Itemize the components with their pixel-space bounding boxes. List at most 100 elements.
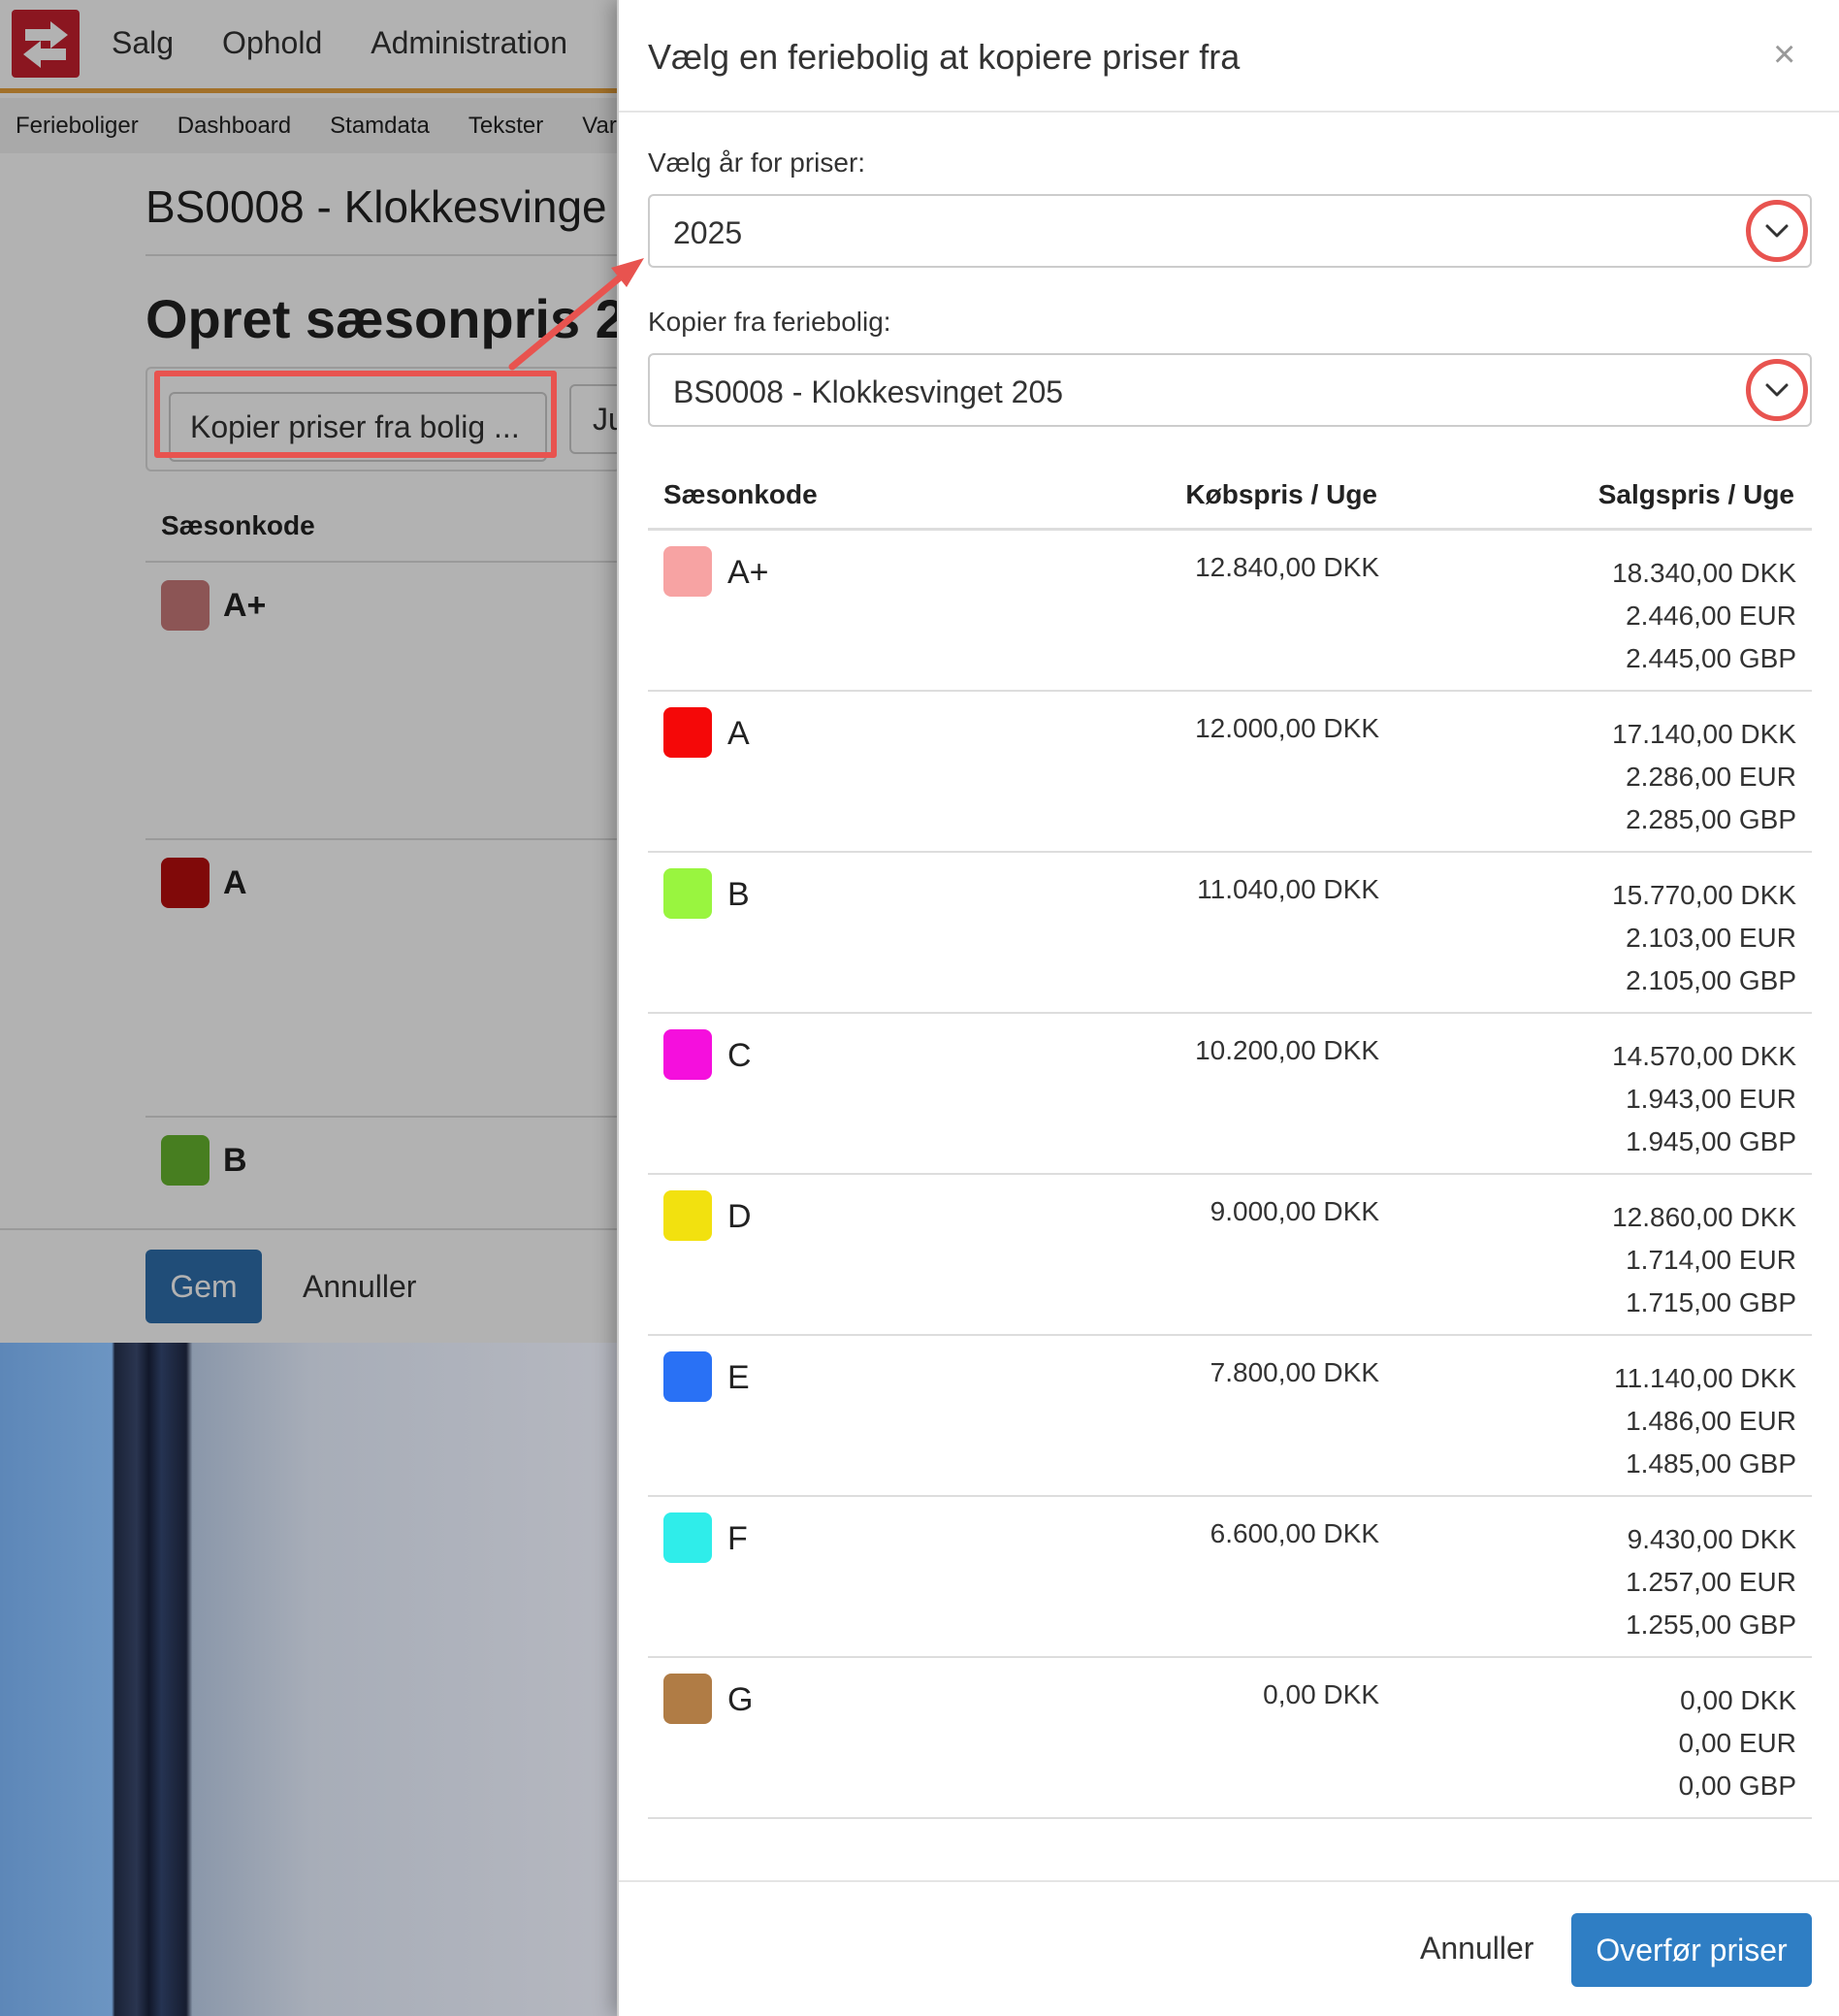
main-menu: Salg Ophold Administration bbox=[112, 25, 567, 61]
buy-price: 9.000,00 DKK bbox=[1210, 1196, 1379, 1226]
buy-price: 12.000,00 DKK bbox=[1195, 713, 1379, 743]
table-row: F 6.600,00 DKK 9.430,00 DKK 1.257,00 EUR… bbox=[648, 1497, 1812, 1658]
sell-price-gbp: 1.255,00 GBP bbox=[1626, 1610, 1796, 1640]
sell-prices: 14.570,00 DKK 1.943,00 EUR 1.945,00 GBP bbox=[1612, 1035, 1796, 1163]
sell-price-dkk: 17.140,00 DKK bbox=[1612, 719, 1796, 749]
sell-price-gbp: 2.105,00 GBP bbox=[1626, 965, 1796, 995]
season-code: A bbox=[727, 715, 750, 752]
sell-price-dkk: 0,00 DKK bbox=[1680, 1685, 1796, 1715]
close-icon[interactable]: × bbox=[1773, 33, 1795, 77]
season-code: A bbox=[223, 863, 247, 901]
cancel-link[interactable]: Annuller bbox=[303, 1269, 416, 1305]
sell-prices: 17.140,00 DKK 2.286,00 EUR 2.285,00 GBP bbox=[1612, 713, 1796, 841]
sell-price-gbp: 0,00 GBP bbox=[1678, 1771, 1796, 1801]
page-title: BS0008 - Klokkesvinge bbox=[145, 181, 607, 232]
cancel-button[interactable]: Annuller bbox=[1420, 1931, 1533, 1967]
price-table: A+ 12.840,00 DKK 18.340,00 DKK 2.446,00 … bbox=[648, 531, 1812, 1819]
sell-prices: 11.140,00 DKK 1.486,00 EUR 1.485,00 GBP bbox=[1614, 1357, 1796, 1485]
buy-price: 12.840,00 DKK bbox=[1195, 552, 1379, 582]
buy-price: 11.040,00 DKK bbox=[1197, 874, 1379, 904]
sell-prices: 15.770,00 DKK 2.103,00 EUR 2.105,00 GBP bbox=[1612, 874, 1796, 1002]
table-row: A 12.000,00 DKK 17.140,00 DKK 2.286,00 E… bbox=[648, 692, 1812, 853]
nav-administration[interactable]: Administration bbox=[371, 25, 567, 61]
save-button[interactable]: Gem bbox=[145, 1250, 262, 1323]
desktop-background bbox=[0, 1343, 621, 2016]
season-code: F bbox=[727, 1520, 748, 1557]
sell-price-dkk: 9.430,00 DKK bbox=[1627, 1524, 1796, 1554]
secondary-button[interactable]: Ju bbox=[569, 384, 621, 454]
column-header-sell: Salgspris / Uge bbox=[1597, 479, 1794, 509]
divider bbox=[145, 838, 621, 840]
sell-prices: 12.860,00 DKK 1.714,00 EUR 1.715,00 GBP bbox=[1612, 1196, 1796, 1324]
sell-price-eur: 2.286,00 EUR bbox=[1626, 762, 1796, 792]
table-row: B 11.040,00 DKK 15.770,00 DKK 2.103,00 E… bbox=[648, 853, 1812, 1014]
year-select[interactable]: 2025 bbox=[648, 194, 1812, 268]
page-content: BS0008 - Klokkesvinge Opret sæsonpris 20… bbox=[0, 153, 621, 1343]
highlight-box bbox=[154, 371, 557, 458]
sell-price-eur: 2.446,00 EUR bbox=[1626, 601, 1796, 631]
season-row: A+ bbox=[161, 580, 266, 631]
sell-price-gbp: 1.715,00 GBP bbox=[1626, 1287, 1796, 1317]
modal-footer: Annuller Overfør priser bbox=[619, 1880, 1839, 2016]
nav-salg[interactable]: Salg bbox=[112, 25, 174, 61]
season-code: A+ bbox=[223, 586, 267, 624]
house-select[interactable]: BS0008 - Klokkesvinget 205 bbox=[648, 353, 1812, 427]
background-window: Salg Ophold Administration Ferieboliger … bbox=[0, 0, 621, 1343]
column-header-season: Sæsonkode bbox=[663, 479, 818, 509]
chevron-down-icon[interactable] bbox=[1746, 359, 1808, 421]
sell-price-eur: 2.103,00 EUR bbox=[1626, 923, 1796, 953]
divider bbox=[145, 561, 621, 563]
season-color-swatch bbox=[663, 1351, 712, 1402]
buy-price: 7.800,00 DKK bbox=[1210, 1357, 1379, 1387]
house-select-value: BS0008 - Klokkesvinget 205 bbox=[673, 374, 1064, 409]
table-row: D 9.000,00 DKK 12.860,00 DKK 1.714,00 EU… bbox=[648, 1175, 1812, 1336]
season-color-swatch bbox=[663, 1674, 712, 1724]
season-color-swatch bbox=[663, 868, 712, 919]
app-logo[interactable] bbox=[12, 10, 80, 78]
season-code: A+ bbox=[727, 554, 769, 591]
copy-prices-modal: Vælg en feriebolig at kopiere priser fra… bbox=[617, 0, 1839, 2016]
modal-header: Vælg en feriebolig at kopiere priser fra… bbox=[619, 0, 1839, 113]
subnav-var[interactable]: Var bbox=[582, 113, 617, 140]
season-code: D bbox=[727, 1198, 752, 1235]
subnav-ferieboliger[interactable]: Ferieboliger bbox=[16, 113, 139, 140]
season-code: C bbox=[727, 1037, 752, 1074]
subnav-dashboard[interactable]: Dashboard bbox=[177, 113, 291, 140]
buy-price: 10.200,00 DKK bbox=[1195, 1035, 1379, 1065]
season-code: B bbox=[727, 876, 750, 913]
sell-price-dkk: 12.860,00 DKK bbox=[1612, 1202, 1796, 1232]
house-label: Kopier fra feriebolig: bbox=[648, 307, 891, 337]
sell-prices: 0,00 DKK 0,00 EUR 0,00 GBP bbox=[1679, 1679, 1796, 1807]
subnav-tekster[interactable]: Tekster bbox=[468, 113, 543, 140]
year-select-value: 2025 bbox=[673, 215, 743, 250]
year-label: Vælg år for priser: bbox=[648, 147, 866, 178]
buy-price: 0,00 DKK bbox=[1263, 1679, 1379, 1709]
subnav-stamdata[interactable]: Stamdata bbox=[330, 113, 430, 140]
column-header-season: Sæsonkode bbox=[161, 510, 315, 540]
nav-ophold[interactable]: Ophold bbox=[222, 25, 322, 61]
season-color-swatch bbox=[161, 1135, 210, 1186]
buy-price: 6.600,00 DKK bbox=[1210, 1518, 1379, 1548]
season-color-swatch bbox=[161, 580, 210, 631]
chevron-down-icon[interactable] bbox=[1746, 200, 1808, 262]
sell-prices: 9.430,00 DKK 1.257,00 EUR 1.255,00 GBP bbox=[1626, 1518, 1796, 1646]
sell-price-gbp: 1.945,00 GBP bbox=[1626, 1126, 1796, 1156]
season-code: G bbox=[727, 1681, 754, 1718]
sell-price-gbp: 2.445,00 GBP bbox=[1626, 643, 1796, 673]
season-color-swatch bbox=[663, 1029, 712, 1080]
sell-price-gbp: 1.485,00 GBP bbox=[1626, 1448, 1796, 1479]
season-color-swatch bbox=[663, 546, 712, 597]
season-row: A bbox=[161, 858, 247, 908]
sell-prices: 18.340,00 DKK 2.446,00 EUR 2.445,00 GBP bbox=[1612, 552, 1796, 680]
sell-price-dkk: 14.570,00 DKK bbox=[1612, 1041, 1796, 1071]
sell-price-gbp: 2.285,00 GBP bbox=[1626, 804, 1796, 834]
season-color-swatch bbox=[663, 1512, 712, 1563]
sell-price-dkk: 15.770,00 DKK bbox=[1612, 880, 1796, 910]
season-color-swatch bbox=[161, 858, 210, 908]
sell-price-eur: 1.943,00 EUR bbox=[1626, 1084, 1796, 1114]
top-navbar: Salg Ophold Administration bbox=[0, 0, 621, 93]
transfer-prices-button[interactable]: Overfør priser bbox=[1571, 1913, 1812, 1987]
sell-price-dkk: 11.140,00 DKK bbox=[1614, 1363, 1796, 1393]
table-row: G 0,00 DKK 0,00 DKK 0,00 EUR 0,00 GBP bbox=[648, 1658, 1812, 1819]
table-row: E 7.800,00 DKK 11.140,00 DKK 1.486,00 EU… bbox=[648, 1336, 1812, 1497]
